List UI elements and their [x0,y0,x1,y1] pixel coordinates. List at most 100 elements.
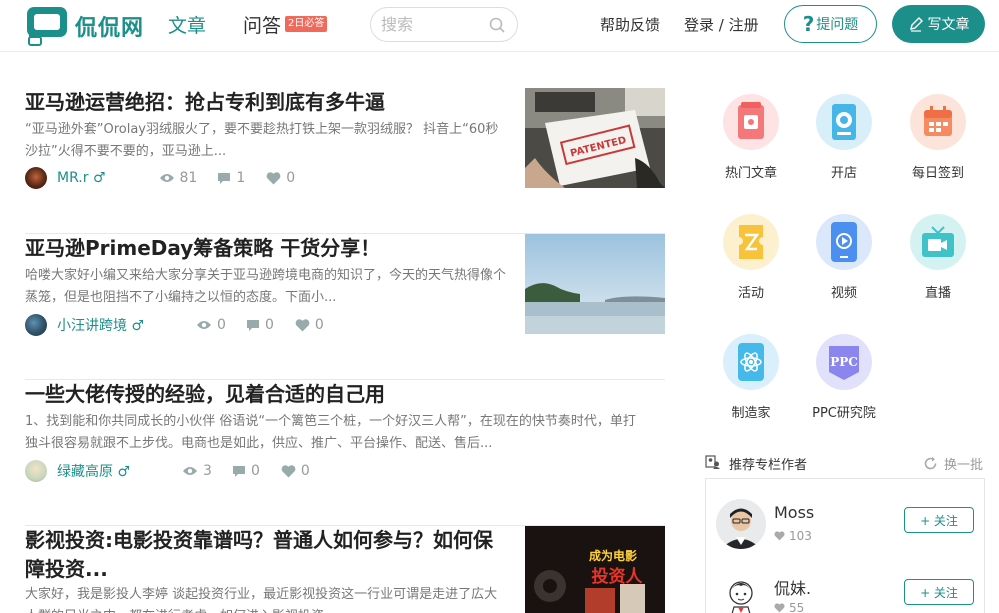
views-count: 0 [217,317,226,333]
sidebar-item-label: 每日签到 [911,166,964,181]
views-stat: 0 [196,317,226,333]
sidebar-item-label: 制造家 [731,406,771,421]
article-thumbnail[interactable] [525,234,665,334]
article-card[interactable]: 一些大佬传授的经验，见着合适的自己用 1、找到能和你共同成长的小伙伴 俗语说“一… [25,380,665,526]
sidebar-item-maker[interactable]: 制造家 [706,334,796,421]
sidebar-item-live[interactable]: 直播 [893,214,983,301]
sidebar-item-daily-checkin[interactable]: 每日签到 [893,94,983,181]
author-likes-count: 103 [789,529,812,543]
refresh-batch-label: 换一批 [943,458,983,473]
heart-icon [774,531,785,541]
article-card[interactable]: 亚马逊PrimeDay筹备策略 干货分享！ 哈喽大家好小编又来给大家分享关于亚马… [25,234,665,380]
article-title[interactable]: 亚马逊PrimeDay筹备策略 干货分享！ [25,234,505,263]
thumb-caption-1: 成为电影 [589,548,637,563]
article-card[interactable]: 亚马逊运营绝招：抢占专利到底有多牛逼 “亚马逊外套”Orolay羽绒服火了，要不… [25,88,665,234]
search-input[interactable] [381,8,481,41]
follow-button[interactable]: + 关注 [904,507,974,533]
article-title[interactable]: 影视投资:电影投资靠谱吗？普通人如何参与？如何保障投资... [25,526,505,584]
sidebar-item-label: 开店 [830,166,857,181]
ppc-icon: PPC [816,334,872,390]
nav-qa[interactable]: 问答 [243,11,281,38]
views-count: 3 [203,463,212,479]
video-icon [816,214,872,270]
article-card[interactable]: 影视投资:电影投资靠谱吗？普通人如何参与？如何保障投资... 大家好，我是影投人… [25,526,665,613]
avatar[interactable] [716,499,766,549]
help-feedback-link[interactable]: 帮助反馈 [600,14,660,35]
write-article-label: 写文章 [927,17,970,33]
article-summary: “亚马逊外套”Orolay羽绒服火了，要不要趁热打铁上架一款羽绒服？ 抖音上“6… [25,122,499,159]
article-thumbnail[interactable]: PATENTED [525,88,665,188]
live-tv-icon [910,214,966,270]
author-name[interactable]: MR.r ♂ [57,170,106,186]
sidebar-item-label: PPC研究院 [812,406,876,421]
likes-stat: 0 [295,317,324,333]
recommended-authors-title: 推荐专栏作者 [729,458,808,473]
eye-icon [183,467,198,475]
qa-badge: 2日必答 [285,16,328,32]
comments-stat: 0 [246,317,274,333]
comments-count: 0 [264,317,274,333]
sidebar-item-video[interactable]: 视频 [799,214,889,301]
refresh-batch-button[interactable]: 换一批 [923,454,983,473]
calendar-checkin-icon [910,94,966,150]
search-icon[interactable] [489,17,505,33]
article-title[interactable]: 亚马逊运营绝招：抢占专利到底有多牛逼 [25,88,505,117]
recommended-authors-list: Moss 103 + 关注 侃妹. 55 + 关注 [705,478,985,613]
comment-icon [232,465,245,477]
ask-question-button[interactable]: ? 提问题 [784,5,877,43]
nav-article[interactable]: 文章 [168,11,206,38]
atom-icon [723,334,779,390]
article-thumbnail[interactable]: 成为电影 投资人 [525,526,665,613]
write-article-button[interactable]: 写文章 [892,5,985,43]
question-mark-icon: ? [802,12,815,36]
article-meta: 小汪讲跨境 ♂ 0 0 0 [25,314,324,336]
views-count: 81 [179,170,198,186]
article-title[interactable]: 一些大佬传授的经验，见着合适的自己用 [25,380,505,409]
avatar[interactable] [25,167,47,189]
likes-count: 0 [314,317,324,333]
search-box[interactable] [370,7,518,42]
login-register-link[interactable]: 登录 / 注册 [684,14,759,35]
author-list-item[interactable]: Moss 103 + 关注 [716,499,976,555]
logo-text[interactable]: 侃侃网 [75,10,144,42]
sidebar-item-label: 活动 [737,286,764,301]
heart-icon [281,464,296,477]
ask-question-label: 提问题 [816,17,859,33]
likes-stat: 0 [266,170,295,186]
sidebar-item-hot-articles[interactable]: 热门文章 [706,94,796,181]
views-stat: 81 [159,170,198,186]
author-name[interactable]: 侃妹. [774,575,811,599]
follow-button[interactable]: + 关注 [904,579,974,605]
activity-ticket-icon [723,214,779,270]
avatar[interactable] [25,460,47,482]
heart-icon [266,171,281,184]
heart-icon [774,603,785,613]
sidebar-item-ppc[interactable]: PPC PPC研究院 [799,334,889,421]
article-summary: 1、找到能和你共同成长的小伙伴 俗语说“一个篱笆三个桩，一个好汉三人帮”，在现在… [25,414,636,451]
logo-icon[interactable] [25,5,69,47]
sidebar-item-activity[interactable]: 活动 [706,214,796,301]
views-stat: 3 [182,463,212,479]
sidebar-item-shop[interactable]: 开店 [799,94,889,181]
avatar[interactable] [716,571,766,613]
hot-article-icon [723,94,779,150]
author-name[interactable]: 小汪讲跨境 ♂ [57,315,144,335]
article-meta: 绿藏高原 ♂ 3 0 0 [25,460,310,482]
pen-icon [909,17,923,32]
sidebar-item-label: 直播 [924,286,951,301]
comment-icon [218,172,231,184]
author-name[interactable]: 绿藏高原 ♂ [57,461,130,481]
svg-text:PPC: PPC [830,355,858,369]
article-summary: 哈喽大家好小编又来给大家分享关于亚马逊跨境电商的知识了，今天的天气热得像个蒸笼，… [25,268,507,305]
author-card-icon [705,455,720,469]
comments-stat: 1 [217,170,245,186]
author-likes: 103 [774,529,812,543]
author-name[interactable]: Moss [774,503,814,522]
comments-stat: 0 [232,463,260,479]
author-list-item[interactable]: 侃妹. 55 + 关注 [716,571,976,613]
avatar[interactable] [25,314,47,336]
article-summary: 大家好，我是影投人李婷 谈起投资行业，最近影视投资这一行业可谓是走进了広大人群的… [25,587,498,613]
eye-icon [197,321,212,329]
sidebar-item-label: 热门文章 [724,166,777,181]
comment-icon [246,319,259,331]
